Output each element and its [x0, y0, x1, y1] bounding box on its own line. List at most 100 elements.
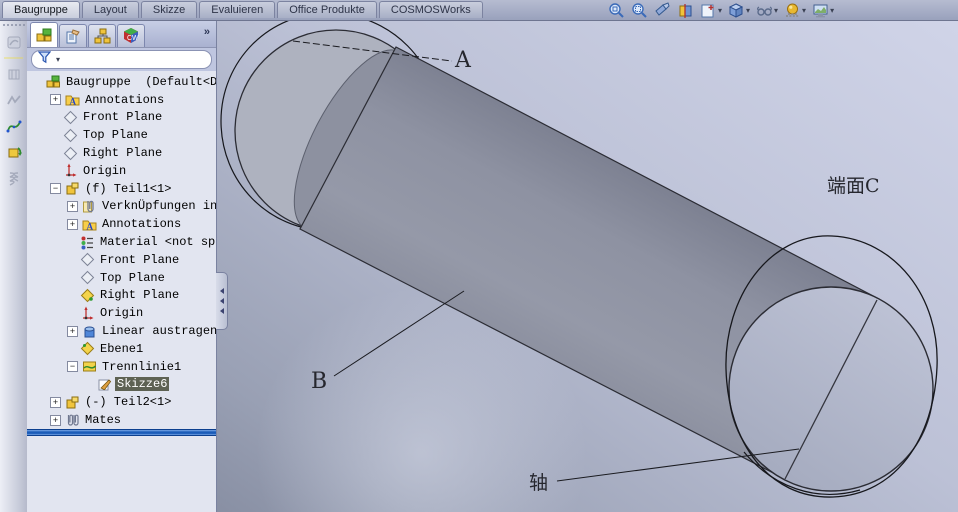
- expand-toggle[interactable]: +: [67, 200, 78, 212]
- expand-toggle[interactable]: +: [67, 218, 78, 230]
- tree-item-top-plane[interactable]: Top Plane: [27, 269, 216, 287]
- edit-appearance-dropdown-arrow[interactable]: ▾: [802, 6, 806, 15]
- tree-item-origin[interactable]: Origin: [27, 304, 216, 322]
- display-style-dropdown-arrow[interactable]: ▾: [746, 6, 750, 15]
- expand-toggle[interactable]: +: [67, 325, 78, 337]
- annotation-axis[interactable]: 轴: [529, 472, 548, 494]
- tree-item-label: Baugruppe (Default<Dis: [66, 74, 216, 89]
- tree-item-top-plane[interactable]: Top Plane: [27, 126, 216, 144]
- linear-pattern-button[interactable]: [0, 61, 27, 87]
- tree-item-linear-austragen1[interactable]: + Linear austragen1: [27, 322, 216, 340]
- plane-icon: [63, 146, 78, 161]
- plane-yellow-icon: [80, 341, 95, 356]
- section-view-button[interactable]: [675, 1, 696, 19]
- tree-item-label: Right Plane: [100, 288, 180, 303]
- panel-tab-configurationmanager[interactable]: [88, 24, 116, 47]
- panel-tab-propertymanager[interactable]: [59, 24, 87, 47]
- command-tab-evaluieren[interactable]: Evaluieren: [199, 1, 276, 18]
- panel-overflow-chevron[interactable]: »: [204, 26, 210, 38]
- panel-collapse-handle[interactable]: [216, 272, 228, 330]
- mates-group-icon: [82, 199, 97, 214]
- previous-view-icon: [655, 1, 670, 16]
- origin-icon: [80, 306, 95, 321]
- plane-icon: [80, 270, 95, 285]
- sketch-icon: [97, 377, 112, 392]
- command-tab-skizze[interactable]: Skizze: [140, 1, 198, 18]
- annotation-b[interactable]: B: [311, 369, 327, 394]
- annotation-a[interactable]: A: [454, 48, 472, 73]
- command-tab-layout[interactable]: Layout: [81, 1, 139, 18]
- origin-icon: [63, 163, 78, 178]
- zoom-to-area-icon: [632, 2, 647, 18]
- tree-item-trennlinie1[interactable]: − Trennlinie1: [27, 358, 216, 376]
- zoom-to-fit-button[interactable]: [606, 1, 627, 19]
- spring-tool-button[interactable]: [0, 165, 27, 191]
- tree-item-mates[interactable]: + Mates: [27, 411, 216, 429]
- part-icon: [65, 395, 80, 410]
- tree-item-label: Front Plane: [100, 252, 180, 267]
- spline-tool-button[interactable]: [0, 113, 27, 139]
- solidworks-window: A B 端面C 轴 Baugruppe Layout Skizze Evaluiere…: [0, 0, 958, 512]
- command-tab-baugruppe[interactable]: Baugruppe: [2, 1, 80, 18]
- view-toolbar: ▾ ▾ ▾ ▾ ▾: [606, 0, 836, 20]
- expand-toggle[interactable]: −: [50, 183, 61, 195]
- expand-toggle[interactable]: +: [50, 94, 61, 106]
- toolbar-grip[interactable]: [0, 20, 27, 29]
- tree-item-right-plane[interactable]: Right Plane: [27, 287, 216, 305]
- view-orientation-dropdown-arrow[interactable]: ▾: [718, 6, 722, 15]
- tree-item-label: Ebene1: [100, 341, 144, 356]
- tree-item-ebene1[interactable]: Ebene1: [27, 340, 216, 358]
- filter-dropdown-arrow[interactable]: ▾: [56, 55, 60, 64]
- edit-appearance-icon: [786, 3, 800, 17]
- tree-item-teil2-1[interactable]: + (-) Teil2<1>: [27, 393, 216, 411]
- tree-item-right-plane[interactable]: Right Plane: [27, 144, 216, 162]
- tree-item-front-plane[interactable]: Front Plane: [27, 251, 216, 269]
- mates-icon: [65, 413, 80, 428]
- part-icon: [65, 181, 80, 196]
- annotation-face-c[interactable]: 端面C: [827, 175, 880, 197]
- apply-scene-dropdown-arrow[interactable]: ▾: [830, 6, 834, 15]
- view-orientation-icon: [701, 4, 714, 17]
- feature-manager-panel: CW » ▾ Baugruppe (Default<Dis + A Annotation…: [27, 20, 217, 512]
- tree-item-material-not-spec[interactable]: Material <not spec: [27, 233, 216, 251]
- command-tab-cosmosworks[interactable]: COSMOSWorks: [378, 1, 483, 18]
- tree-item-f-teil1-1[interactable]: − (f) Teil1<1>: [27, 180, 216, 198]
- expand-toggle[interactable]: +: [50, 396, 61, 408]
- tree-item-annotations[interactable]: + A Annotations: [27, 91, 216, 109]
- tree-item-label: Trennlinie1: [102, 359, 182, 374]
- display-style-button[interactable]: ▾: [726, 1, 752, 19]
- tree-item-skizze6[interactable]: Skizze6: [27, 376, 216, 394]
- insert-components-button[interactable]: [0, 29, 27, 55]
- tree-item-label: (f) Teil1<1>: [85, 181, 172, 196]
- tree-item-label: Annotations: [85, 92, 165, 107]
- move-component-button[interactable]: [0, 87, 27, 113]
- rollback-bar[interactable]: [27, 428, 216, 436]
- tree-item-label: VerknÜpfungen in B: [102, 199, 216, 214]
- toolbar-divider: [4, 57, 23, 59]
- feature-tree-empty-area: [27, 435, 216, 512]
- plane-icon: [63, 128, 78, 143]
- tree-item-origin[interactable]: Origin: [27, 162, 216, 180]
- zoom-to-area-button[interactable]: [629, 1, 650, 19]
- tree-item-verkn-pfungen-in-b[interactable]: + VerknÜpfungen in B: [27, 198, 216, 216]
- apply-scene-button[interactable]: ▾: [810, 1, 836, 19]
- filter-box[interactable]: ▾: [31, 50, 212, 69]
- annotations-folder-icon: A: [82, 217, 97, 232]
- panel-tab-cosmosworks-manager[interactable]: CW: [117, 24, 145, 47]
- modify-sketch-button[interactable]: [0, 139, 27, 165]
- tree-item-annotations[interactable]: + A Annotations: [27, 215, 216, 233]
- edit-appearance-button[interactable]: ▾: [782, 1, 808, 19]
- hide-show-items-dropdown-arrow[interactable]: ▾: [774, 6, 778, 15]
- panel-tab-featuremanager-tree[interactable]: [30, 22, 58, 47]
- hide-show-items-button[interactable]: ▾: [754, 1, 780, 19]
- tree-item-front-plane[interactable]: Front Plane: [27, 109, 216, 127]
- assembly-toolbar: [0, 20, 28, 512]
- expand-toggle[interactable]: +: [50, 414, 61, 426]
- tree-item-baugruppe-default-dis[interactable]: Baugruppe (Default<Dis: [27, 73, 216, 91]
- expand-toggle[interactable]: −: [67, 361, 78, 373]
- section-view-icon: [679, 3, 692, 18]
- previous-view-button[interactable]: [652, 1, 673, 19]
- view-orientation-button[interactable]: ▾: [698, 1, 724, 19]
- command-tab-office-produkte[interactable]: Office Produkte: [277, 1, 377, 18]
- split-line-icon: [82, 359, 97, 374]
